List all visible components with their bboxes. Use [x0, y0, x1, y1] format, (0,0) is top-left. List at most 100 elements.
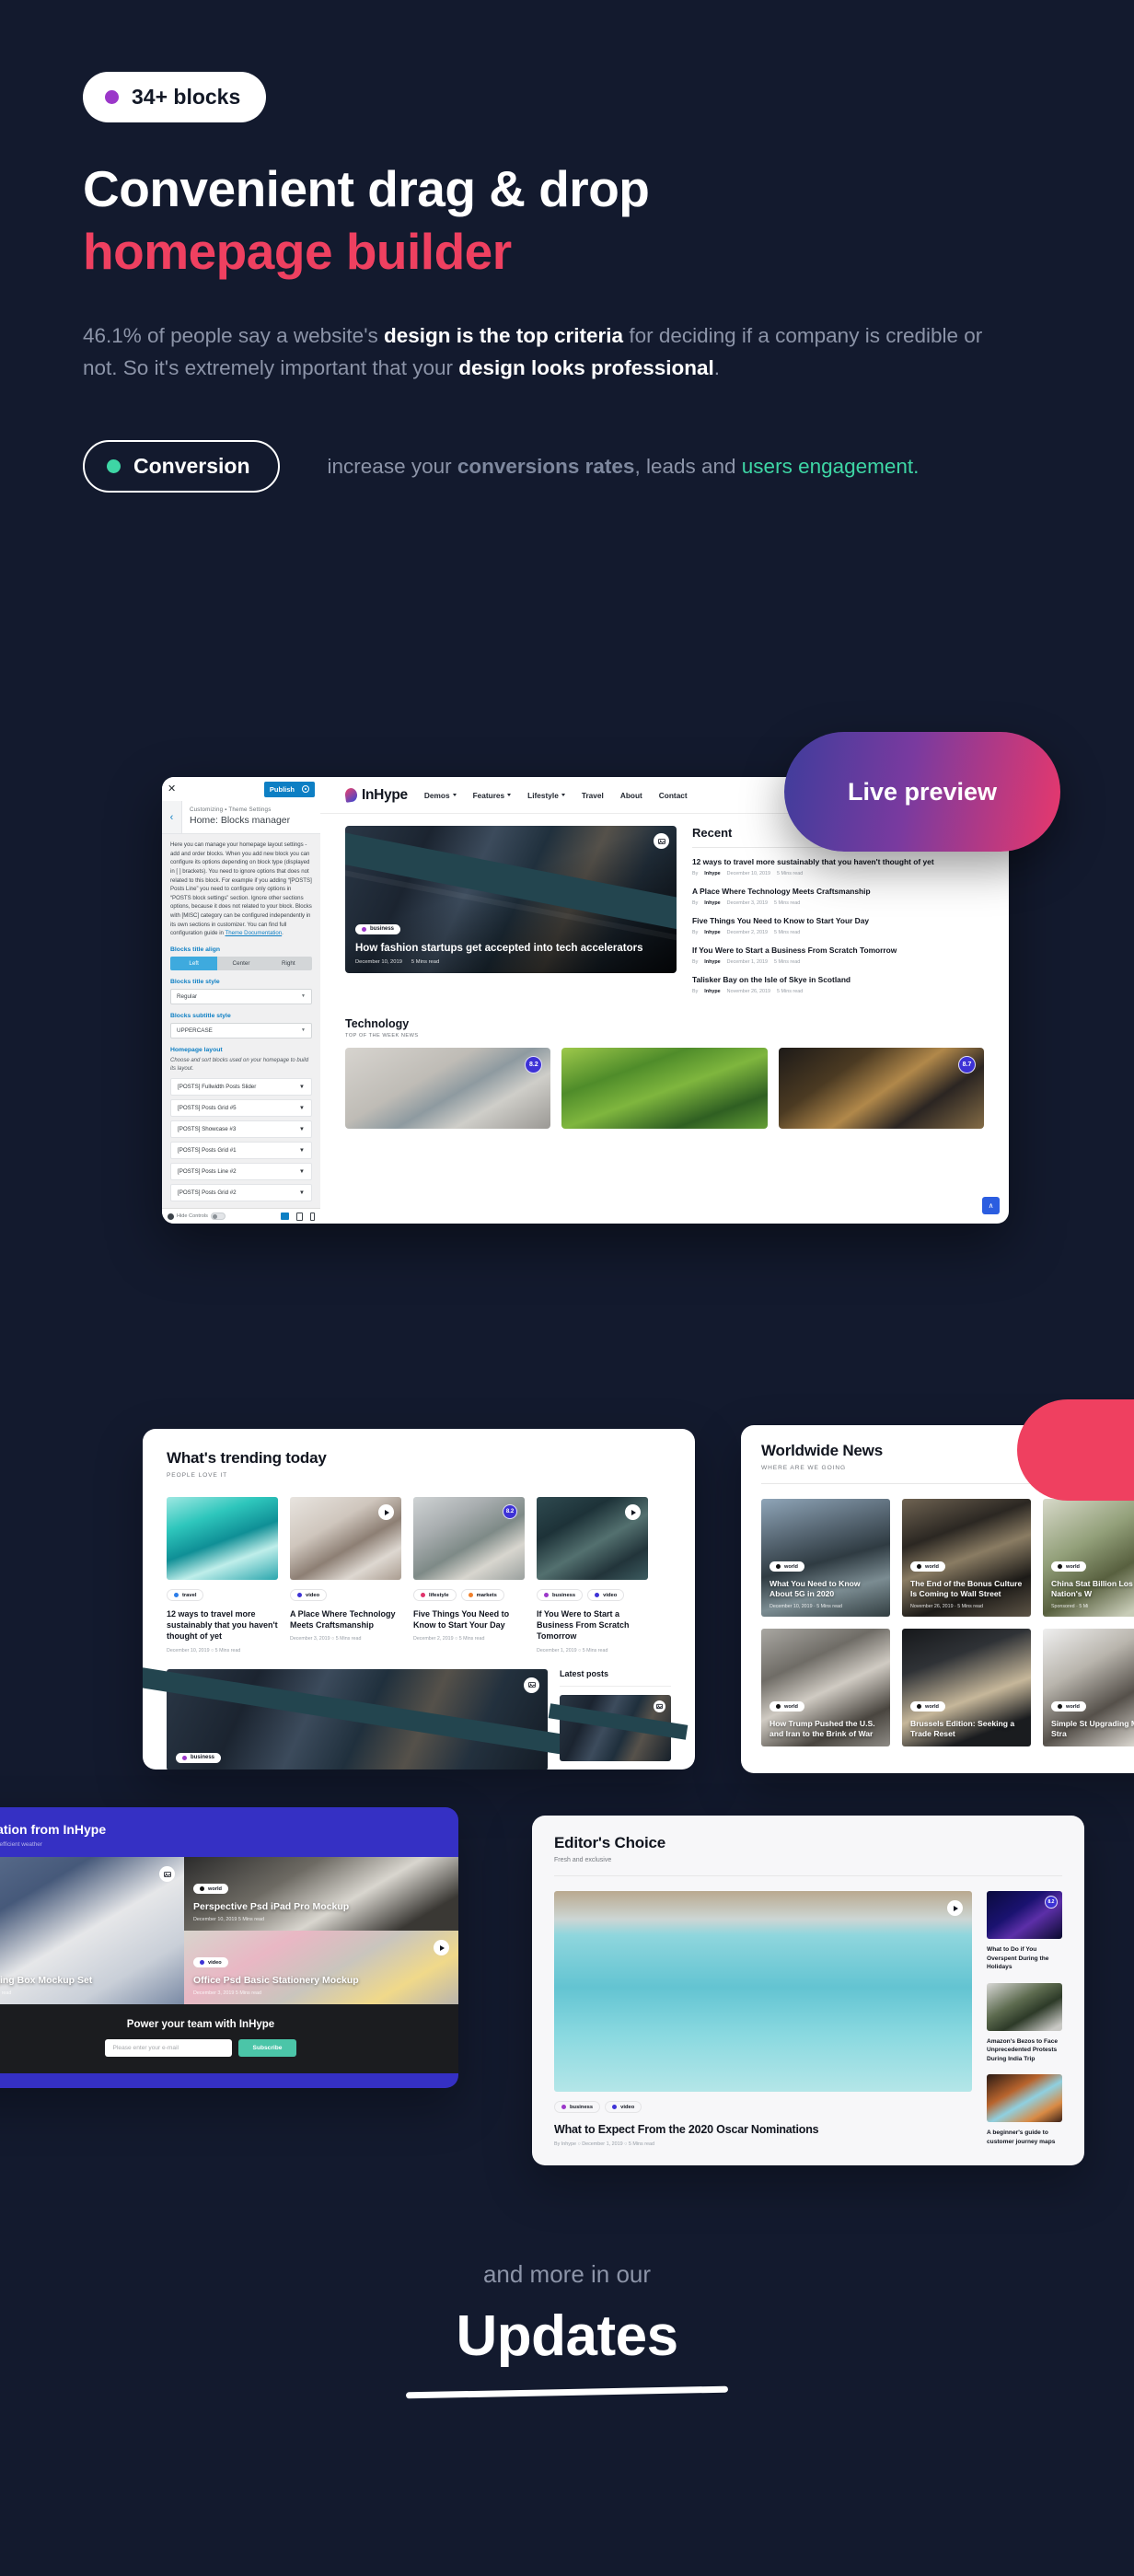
tag-badge[interactable]: video	[605, 2101, 642, 2113]
tag-badge[interactable]: world	[1051, 1701, 1086, 1712]
inspiration-right-column: world Perspective Psd iPad Pro Mockup De…	[184, 1857, 458, 2004]
list-item[interactable]: world Simple St Upgrading Media Stra	[1043, 1629, 1134, 1746]
scroll-to-top-button[interactable]: ∧	[982, 1197, 1000, 1214]
play-icon[interactable]	[378, 1504, 394, 1520]
mobile-icon[interactable]	[310, 1212, 315, 1221]
tag-badge[interactable]: business	[537, 1589, 584, 1601]
list-item[interactable]: If You Were to Start a Business From Scr…	[692, 946, 984, 965]
tag-dot-icon	[595, 1593, 600, 1597]
list-item[interactable]: world What You Need to Know About 5G in 2…	[761, 1499, 890, 1617]
tag-badge[interactable]: world	[770, 1701, 804, 1712]
chevron-down-icon: ▼	[298, 1104, 305, 1111]
nav-item-features[interactable]: Features	[473, 791, 512, 800]
category-badge[interactable]: business	[355, 923, 401, 934]
tag-badge[interactable]: video	[290, 1589, 328, 1601]
list-item[interactable]: business sd Packaging Box Mockup Set mbe…	[0, 1857, 184, 2004]
blocks-title-align-segmented[interactable]: Left Center Right	[170, 956, 312, 970]
tag-badge[interactable]: world	[1051, 1561, 1086, 1572]
trending-big-image[interactable]: business	[167, 1668, 548, 1770]
tech-card[interactable]: 8.7	[778, 1048, 984, 1130]
customizer-body[interactable]: Here you can manage your homepage layout…	[162, 834, 320, 1208]
publish-button[interactable]: Publish	[263, 781, 315, 797]
layout-block-item[interactable]: [POSTS] Posts Grid #5 ▼	[170, 1098, 312, 1117]
email-field[interactable]: Please enter your e-mail	[104, 2039, 232, 2057]
list-item[interactable]: Amazon's Bezos to Face Unprecedented Pro…	[987, 1982, 1062, 2064]
featured-post[interactable]: business How fashion startups get accept…	[345, 826, 677, 1004]
close-icon[interactable]: ✕	[168, 783, 176, 795]
subscribe-button[interactable]: Subscribe	[237, 2039, 297, 2057]
gear-icon[interactable]	[302, 785, 309, 793]
tag-badge[interactable]: world	[770, 1561, 804, 1572]
blocks-title-style-select[interactable]: Regular ▼	[170, 988, 312, 1004]
category-label: business	[191, 1755, 215, 1761]
trending-image	[537, 1497, 648, 1580]
layout-block-item[interactable]: [POSTS] Posts Line #2 ▼	[170, 1162, 312, 1180]
tag-label: video	[208, 1959, 222, 1966]
blocks-subtitle-style-select[interactable]: UPPERCASE ▼	[170, 1022, 312, 1039]
tag-badge[interactable]: video	[193, 1957, 228, 1967]
nav-item-about[interactable]: About	[620, 791, 642, 800]
gallery-icon	[524, 1677, 539, 1693]
live-preview-badge[interactable]: Live preview	[784, 732, 1060, 852]
list-item[interactable]: video Office Psd Basic Stationery Mockup…	[184, 1931, 458, 2004]
theme-documentation-link[interactable]: Theme Documentation	[226, 930, 283, 936]
editors-choice-title: What to Expect From the 2020 Oscar Nomin…	[554, 2123, 819, 2136]
tag-badge[interactable]: business	[554, 2101, 601, 2113]
nav-item-travel[interactable]: Travel	[582, 791, 604, 800]
list-item[interactable]: travel 12 ways to travel more sustainabl…	[167, 1497, 278, 1654]
recent-title: A Place Where Technology Meets Craftsman…	[692, 887, 871, 897]
tag-badge[interactable]: markets	[460, 1589, 504, 1601]
align-option-right[interactable]: Right	[265, 957, 312, 970]
tag-badge[interactable]: travel	[167, 1589, 204, 1601]
list-item[interactable]: A Place Where Technology Meets Craftsman…	[692, 887, 984, 906]
list-item[interactable]: world China Stat Billion Los Nation's W Sp…	[1043, 1499, 1134, 1617]
featured-meta: December 10, 2019 5 Mins read	[355, 959, 666, 965]
hide-controls-group[interactable]: Hide Controls	[168, 1213, 226, 1220]
tag-badge[interactable]: world	[910, 1561, 945, 1572]
editors-choice-main[interactable]: business video What to Expect From the 2…	[554, 1891, 972, 2157]
list-item[interactable]: video A Place Where Technology Meets Cra…	[290, 1497, 401, 1654]
tag-badge[interactable]: video	[587, 1589, 625, 1601]
nav-item-lifestyle[interactable]: Lifestyle	[527, 791, 565, 800]
nav-label: Demos	[423, 790, 450, 800]
list-item[interactable]: Five Things You Need to Know to Start Yo…	[692, 916, 984, 935]
nav-item-demos[interactable]: Demos	[424, 791, 457, 800]
list-item[interactable]: Talisker Bay on the Isle of Skye in Scot…	[692, 975, 984, 994]
layout-block-item[interactable]: [POSTS] Showcase #3 ▼	[170, 1120, 312, 1138]
list-item[interactable]: business video If You Were to Start a Bu…	[537, 1497, 648, 1654]
subscribe-heading: Power your team with InHype	[126, 2019, 275, 2030]
nav-item-contact[interactable]: Contact	[659, 791, 688, 800]
play-icon[interactable]	[625, 1504, 641, 1520]
tablet-icon[interactable]	[296, 1212, 303, 1221]
tag-badge[interactable]: world	[193, 1884, 228, 1894]
site-logo[interactable]: InHype	[344, 786, 408, 804]
latest-post-image[interactable]	[560, 1694, 671, 1761]
layout-block-item[interactable]: [POSTS] Posts Grid #1 ▼	[170, 1141, 312, 1159]
list-item[interactable]: world Brussels Edition: Seeking a Trade R…	[902, 1629, 1031, 1746]
list-item[interactable]: 8.2 lifestyle markets Five Things You Ne…	[413, 1497, 525, 1654]
device-preview-group[interactable]	[281, 1212, 315, 1221]
list-item[interactable]: A beginner's guide to customer journey m…	[987, 2074, 1062, 2146]
desktop-icon[interactable]	[281, 1213, 289, 1220]
list-item[interactable]: 8.2 What to Do if You Overspent During t…	[987, 1891, 1062, 1972]
play-icon[interactable]	[947, 1900, 963, 1916]
list-item[interactable]: 12 ways to travel more sustainably that …	[692, 857, 984, 876]
recent-title: 12 ways to travel more sustainably that …	[692, 857, 934, 866]
tech-card[interactable]	[561, 1048, 768, 1130]
align-option-center[interactable]: Center	[217, 957, 264, 970]
tag-badge[interactable]: world	[910, 1701, 945, 1712]
inspiration-header: inspiration from InHype urney with the e…	[0, 1807, 458, 1857]
list-item[interactable]: world How Trump Pushed the U.S. and Iran …	[761, 1629, 890, 1746]
back-icon[interactable]: ‹	[162, 801, 182, 833]
brand-name: InHype	[362, 786, 408, 803]
hide-controls-toggle[interactable]	[210, 1213, 226, 1220]
align-option-left[interactable]: Left	[170, 956, 218, 970]
layout-block-item[interactable]: [POSTS] Fullwidth Posts Slider ▼	[170, 1077, 312, 1096]
category-badge[interactable]: business	[176, 1752, 222, 1763]
list-item[interactable]: world The End of the Bonus Culture Is Com…	[902, 1499, 1031, 1617]
layout-block-item[interactable]: [POSTS] Posts Grid #2 ▼	[170, 1183, 312, 1201]
tech-card[interactable]: 8.2	[345, 1048, 551, 1130]
recent-author: Inhype	[704, 900, 721, 907]
list-item[interactable]: world Perspective Psd iPad Pro Mockup De…	[184, 1857, 458, 1931]
tag-badge[interactable]: lifestyle	[413, 1589, 457, 1601]
